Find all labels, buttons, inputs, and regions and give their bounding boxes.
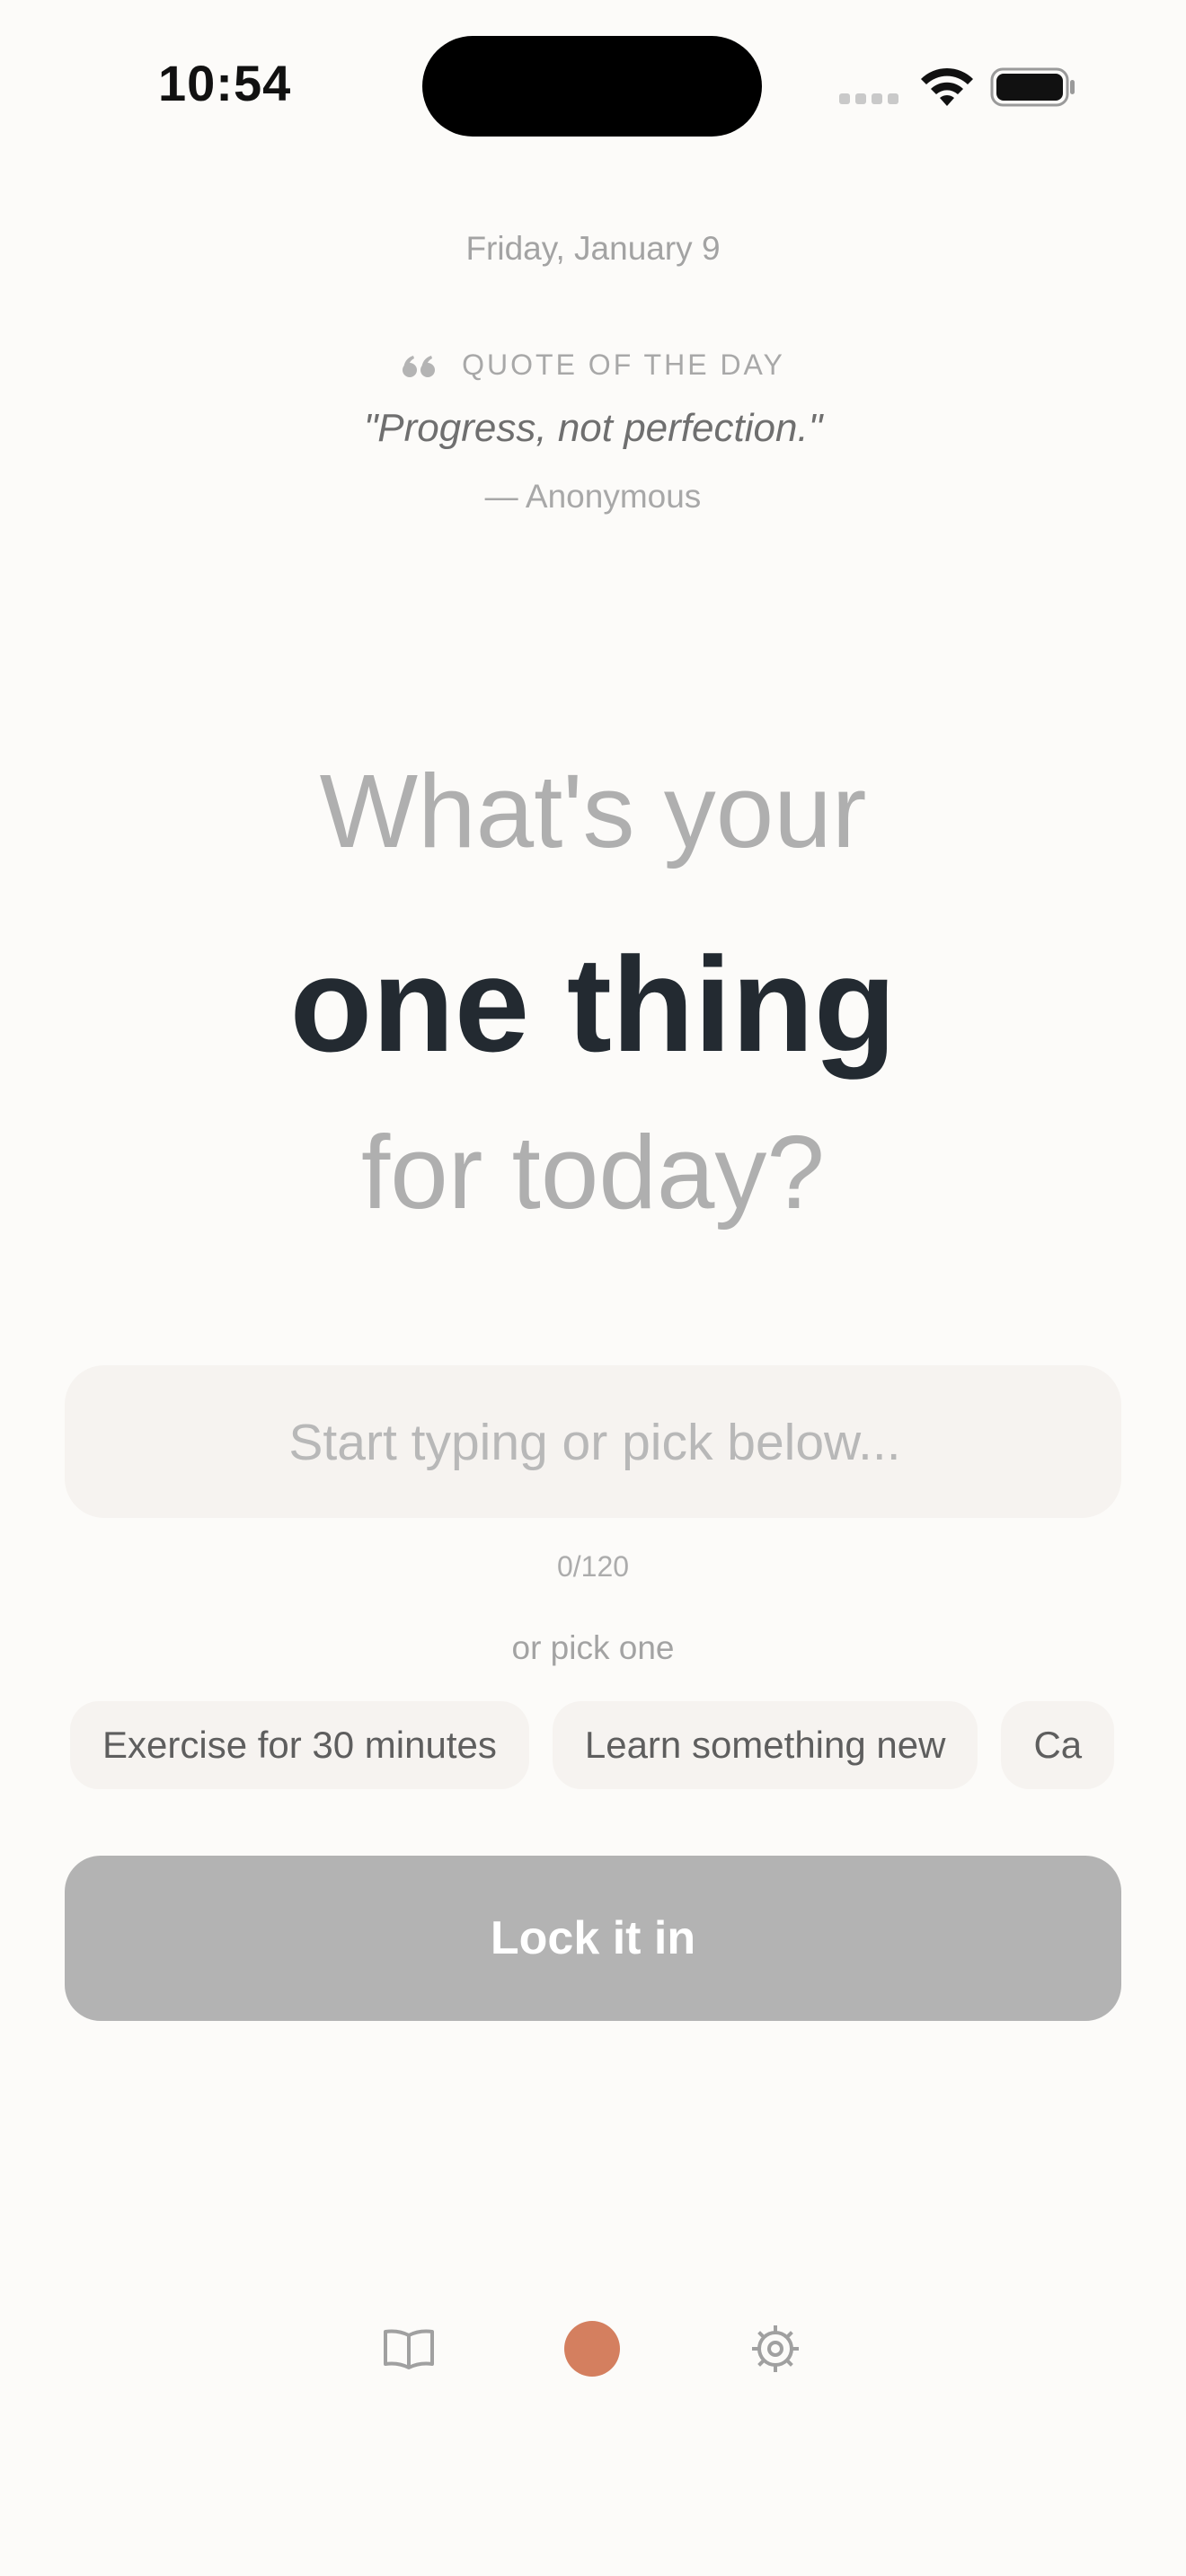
tab-bar (0, 2317, 1186, 2380)
prompt-line-3: for today? (361, 1114, 825, 1231)
pick-one-label: or pick one (511, 1629, 675, 1666)
today-dot-icon (564, 2321, 620, 2377)
prompt-line-1: What's your (319, 753, 867, 869)
one-thing-input[interactable] (65, 1365, 1125, 1520)
tab-settings[interactable] (744, 2317, 807, 2380)
cellular-signal-icon (839, 93, 898, 104)
book-icon (384, 2329, 434, 2369)
suggestion-chips-scroller[interactable]: Exercise for 30 minutes Learn something … (70, 1701, 1121, 1791)
screen: 10:54 Friday, January 9 QUOTE OF THE DAY… (0, 0, 1186, 2576)
quote-label: QUOTE OF THE DAY (462, 348, 785, 381)
gear-icon (752, 2325, 799, 2372)
tab-today[interactable] (561, 2317, 624, 2380)
quote-header: QUOTE OF THE DAY (0, 348, 1186, 382)
lock-it-in-button[interactable]: Lock it in (65, 1856, 1121, 2021)
prompt-line-2: one thing (289, 929, 897, 1080)
current-date: Friday, January 9 (465, 230, 721, 267)
dynamic-island (422, 36, 762, 137)
quote-author: — Anonymous (484, 478, 702, 515)
quote-icon (403, 355, 436, 377)
suggestion-chip[interactable]: Exercise for 30 minutes (70, 1701, 529, 1789)
character-count: 0/120 (556, 1550, 630, 1583)
suggestion-chip[interactable]: Ca (1001, 1701, 1115, 1789)
tab-journal[interactable] (377, 2317, 440, 2380)
status-time: 10:54 (158, 55, 292, 111)
wifi-icon (921, 67, 973, 106)
one-thing-input-container[interactable] (65, 1365, 1125, 1520)
quote-text: "Progress, not perfection." (363, 406, 823, 450)
battery-icon (990, 67, 1075, 107)
suggestion-chip[interactable]: Learn something new (552, 1701, 978, 1789)
suggestion-chips: Exercise for 30 minutes Learn something … (70, 1701, 1121, 1789)
